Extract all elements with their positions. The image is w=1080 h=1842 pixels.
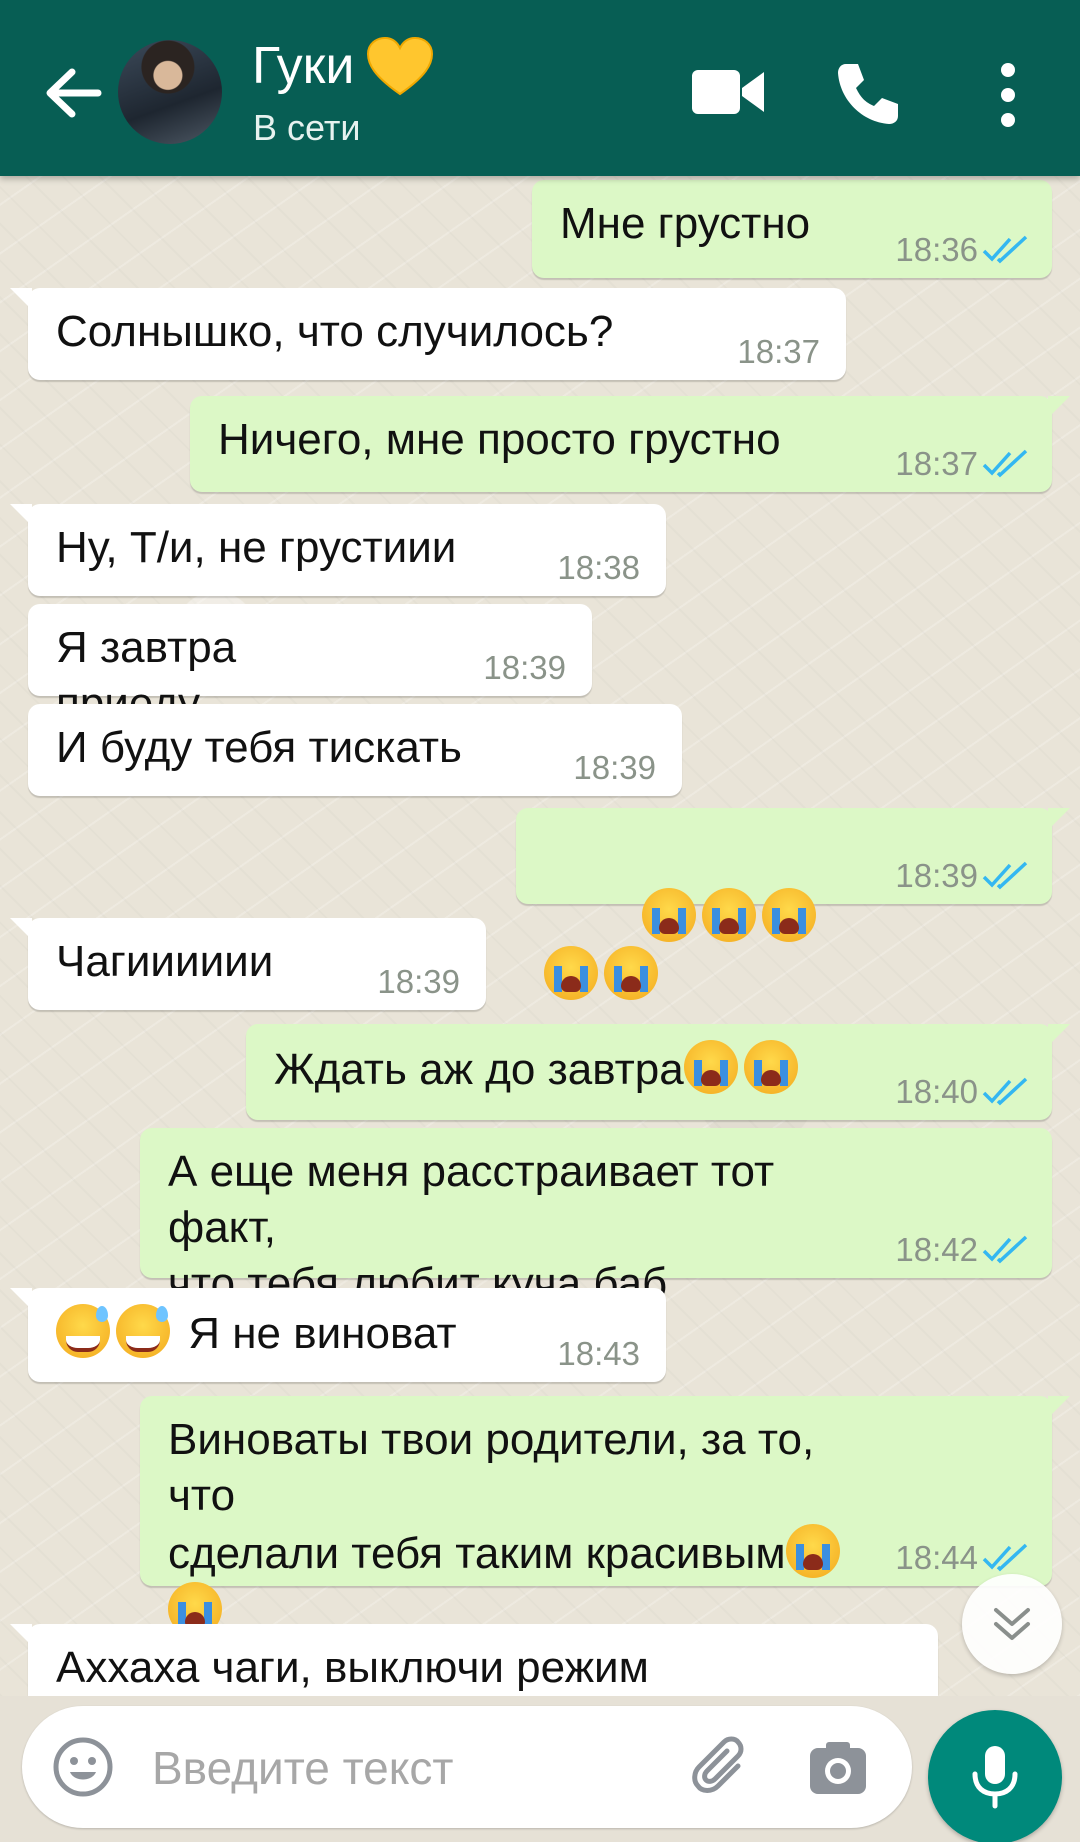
crying-emoji-icon: [701, 888, 756, 942]
message-bubble-in[interactable]: Я завтра приеду 18:39: [28, 604, 592, 728]
message-text-content: Ждать аж до завтра: [274, 1045, 684, 1094]
message-list[interactable]: Мне грустно 18:36 Солнышко, что случилос…: [0, 176, 1080, 1696]
message-time: 18:42: [895, 1231, 978, 1268]
message-bubble-in[interactable]: Солнышко, что случилось? 18:37: [10, 288, 846, 380]
message-bubble-in[interactable]: Я не виноват 18:43: [10, 1288, 666, 1382]
read-receipt-icon: [982, 449, 1028, 478]
read-receipt-icon: [982, 1543, 1028, 1572]
crying-emoji-icon: [743, 1040, 798, 1094]
message-bubble-out[interactable]: Ждать аж до завтра 18:40: [246, 1024, 1070, 1120]
paperclip-icon[interactable]: [690, 1736, 752, 1798]
camera-icon[interactable]: [806, 1736, 870, 1800]
message-bubble-out[interactable]: Виноваты твои родители, за то, что сдела…: [140, 1396, 1070, 1694]
message-text: А еще меня расстраивает тот факт, что те…: [168, 1147, 775, 1308]
message-text: Я не виноват: [56, 1304, 466, 1362]
sweat-smile-emoji-icon: [56, 1304, 110, 1358]
read-receipt-icon: [982, 861, 1028, 890]
phone-icon[interactable]: [832, 58, 904, 130]
message-time: 18:39: [573, 749, 656, 786]
sweat-smile-emoji-icon: [116, 1304, 170, 1358]
message-bubble-in[interactable]: Ну, Т/и, не грустиии 18:38: [10, 504, 666, 596]
yellow-heart-icon: [366, 36, 434, 96]
message-bubble-out[interactable]: Ничего, мне просто грустно 18:37: [190, 396, 1070, 492]
message-bubble-out[interactable]: 18:39: [516, 808, 1070, 1000]
message-text: Аххаха чаги, выключи режим: [56, 1643, 649, 1692]
read-receipt-icon: [982, 235, 1028, 264]
message-bubble-in[interactable]: Аххаха чаги, выключи режим: [10, 1624, 938, 1696]
message-time: 18:43: [557, 1335, 640, 1372]
message-text: Солнышко, что случилось?: [56, 307, 614, 356]
crying-emoji-icon: [544, 946, 598, 1000]
video-call-icon[interactable]: [690, 64, 766, 120]
message-text: Мне грустно: [560, 199, 811, 248]
crying-emoji-icon: [604, 946, 658, 1000]
message-text: И буду тебя тискать: [56, 723, 462, 772]
crying-emoji-icon: [761, 888, 816, 942]
message-text: Ничего, мне просто грустно: [218, 415, 781, 464]
message-input[interactable]: [150, 1736, 674, 1800]
more-vertical-icon[interactable]: [986, 60, 1030, 130]
message-text: Ну, Т/и, не грустиии: [56, 523, 457, 572]
message-time: 18:37: [737, 333, 820, 370]
chevron-down-icon: [994, 1608, 1030, 1640]
message-time: 18:39: [377, 963, 460, 1000]
message-bubble-in[interactable]: Чагииииии 18:39: [10, 918, 486, 1010]
microphone-icon: [972, 1746, 1018, 1809]
chat-header: Гуки В сети: [0, 0, 1080, 176]
message-bubble-out[interactable]: А еще меня расстраивает тот факт, что те…: [140, 1128, 1052, 1308]
read-receipt-icon: [982, 1077, 1028, 1106]
message-text: Чагииииии: [56, 937, 274, 986]
message-time: 18:38: [557, 549, 640, 586]
message-bubble-out[interactable]: Мне грустно 18:36: [532, 180, 1052, 278]
message-input-bar: [22, 1706, 912, 1828]
message-bubble-in[interactable]: И буду тебя тискать 18:39: [28, 704, 682, 796]
message-time: 18:39: [895, 857, 978, 894]
avatar[interactable]: [118, 40, 222, 144]
message-text: Ждать аж до завтра: [274, 1040, 852, 1098]
message-time: 18:40: [895, 1073, 978, 1110]
read-receipt-icon: [982, 1235, 1028, 1264]
message-time: 18:37: [895, 445, 978, 482]
back-arrow-icon[interactable]: [38, 58, 108, 128]
message-time: 18:44: [895, 1539, 978, 1576]
crying-emoji-icon: [785, 1524, 840, 1578]
message-text-content: Я не виноват: [188, 1309, 457, 1358]
contact-status: В сети: [253, 107, 361, 148]
message-text-content: Виноваты твои родители, за то, что сдела…: [168, 1415, 815, 1578]
chat-screen: Гуки В сети Мне грустно 18:36 Солнышко, …: [0, 0, 1080, 1842]
message-time: 18:39: [483, 649, 566, 686]
crying-emoji-icon: [641, 888, 696, 942]
crying-emoji-icon: [683, 1040, 738, 1094]
scroll-to-bottom-button[interactable]: [962, 1574, 1062, 1674]
message-time: 18:36: [895, 231, 978, 268]
emoji-icon[interactable]: [52, 1736, 114, 1798]
voice-message-button[interactable]: [928, 1710, 1062, 1842]
contact-name[interactable]: Гуки: [252, 36, 354, 96]
